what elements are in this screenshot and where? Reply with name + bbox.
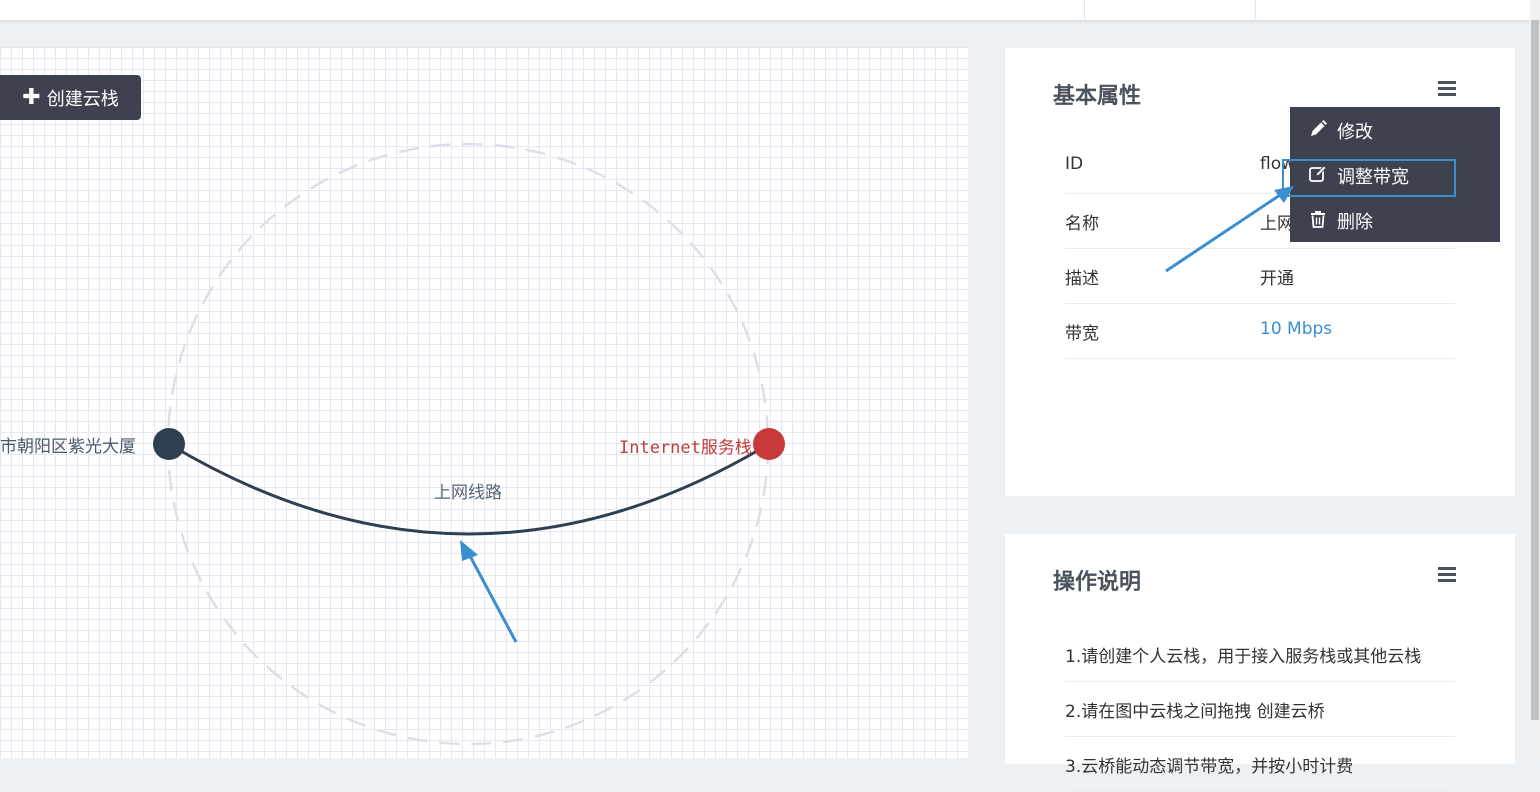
menu-item-adjust-bandwidth[interactable]: 调整带宽 [1290,152,1500,197]
internet-link-label: 上网线路 [434,483,502,503]
property-row-bandwidth: 带宽 10 Mbps [1065,303,1455,359]
scrollbar[interactable] [1530,0,1540,758]
instruction-text: 3.云桥能动态调节带宽，并按小时计费 [1065,757,1354,777]
bandwidth-link[interactable]: 10 Mbps [1260,319,1332,339]
scrollbar-thumb[interactable] [1531,20,1539,720]
property-key: 名称 [1065,214,1099,234]
property-key: ID [1065,154,1084,174]
instruction-text: 1.请创建个人云栈，用于接入服务栈或其他云栈 [1065,647,1422,667]
property-key: 带宽 [1065,324,1099,344]
property-value: 上网 [1260,214,1294,234]
properties-dropdown-menu: 修改 调整带宽 删除 [1290,107,1500,242]
top-bar-divider [1084,0,1085,20]
instruction-item: 2.请在图中云栈之间拖拽 创建云桥 [1065,681,1455,737]
properties-menu-icon[interactable] [1438,81,1456,96]
instructions-menu-icon[interactable] [1438,567,1456,582]
instructions-title: 操作说明 [1053,570,1142,595]
property-value: 开通 [1260,269,1294,289]
internet-service-node[interactable] [753,428,785,460]
menu-item-label: 删除 [1337,212,1373,233]
trash-icon [1311,211,1325,228]
property-key: 描述 [1065,269,1099,289]
topology-canvas[interactable]: ✚ 创建云栈 市朝阳区紫光大厦 Internet服务栈 上网线路 [0,47,968,758]
cloud-stack-node-label: 市朝阳区紫光大厦 [0,437,136,457]
instruction-item: 1.请创建个人云栈，用于接入服务栈或其他云栈 [1065,626,1455,682]
top-bar-divider [1255,0,1256,20]
top-bar [0,0,1530,21]
menu-item-edit[interactable]: 修改 [1290,107,1500,152]
menu-item-delete[interactable]: 删除 [1290,197,1500,242]
cloud-stack-node[interactable] [153,428,185,460]
properties-title: 基本属性 [1053,84,1142,109]
menu-item-label: 修改 [1337,122,1373,143]
topology-graph [153,142,785,746]
menu-item-label: 调整带宽 [1337,167,1409,188]
edit-icon [1309,165,1327,182]
property-row-description: 描述 开通 [1065,248,1455,304]
internet-service-node-label: Internet服务栈 [619,438,752,458]
pencil-icon [1311,120,1327,136]
instruction-text: 2.请在图中云栈之间拖拽 创建云桥 [1065,702,1325,722]
instructions-panel: 操作说明 1.请创建个人云栈，用于接入服务栈或其他云栈 2.请在图中云栈之间拖拽… [1005,534,1515,792]
instruction-item: 3.云桥能动态调节带宽，并按小时计费 [1065,736,1455,792]
